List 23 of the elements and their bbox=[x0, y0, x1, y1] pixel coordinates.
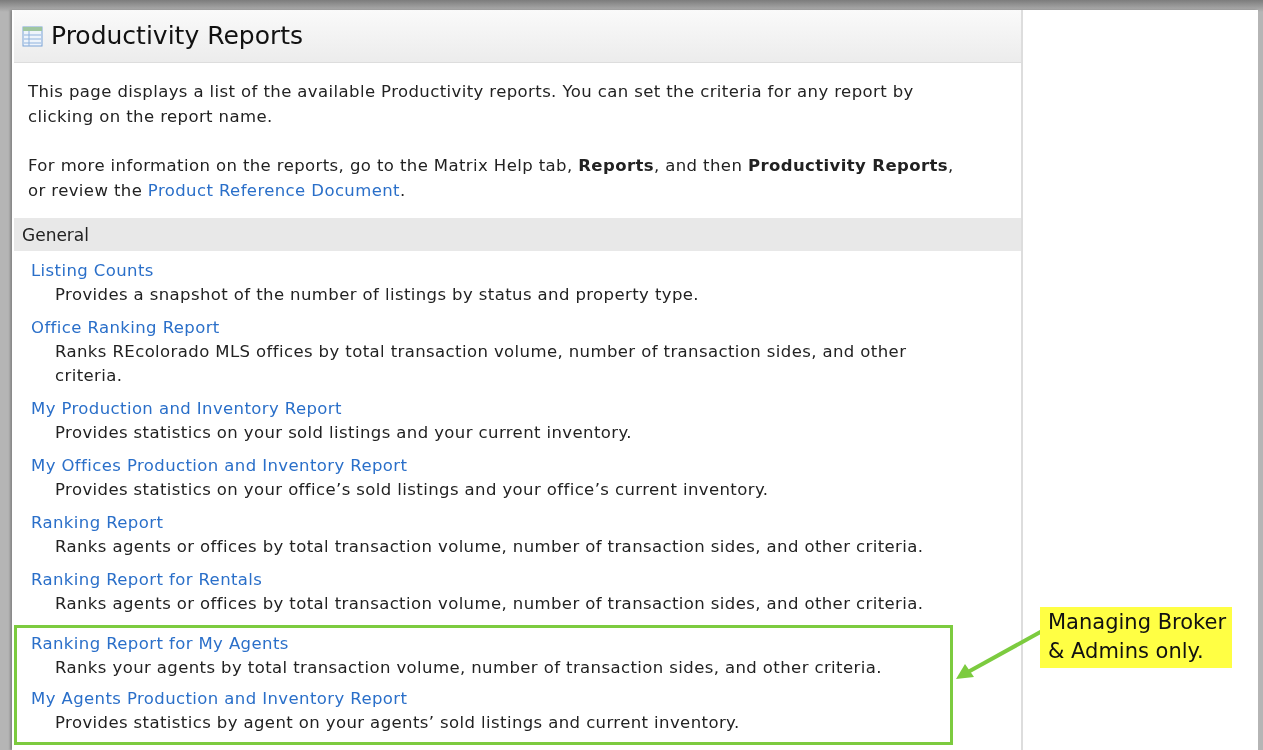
report-description: Ranks your agents by total transaction volume, number of transaction sides, and other criteria. bbox=[54, 657, 883, 679]
intro-paragraph: This page displays a list of the available Productivity reports. You can set the criteria for any report by clicking on the report name. bbox=[28, 81, 915, 128]
report-description: Provides statistics by agent on your agents’ sold listings and current inventory. bbox=[54, 712, 741, 734]
report-link[interactable]: Office Ranking Report bbox=[31, 318, 220, 337]
report-link[interactable]: My Agents Production and Inventory Report bbox=[31, 689, 408, 708]
report-description: Provides statistics on your sold listings and your current inventory. bbox=[54, 422, 633, 444]
page-title: Productivity Reports bbox=[51, 21, 304, 51]
report-link[interactable]: Ranking Report for My Agents bbox=[31, 634, 289, 653]
table-icon bbox=[22, 25, 43, 47]
section-header: General bbox=[14, 218, 1021, 251]
report-description: Ranks agents or offices by total transaction volume, number of transaction sides, and other criteria. bbox=[54, 593, 925, 615]
report-description: Provides statistics on your office’s sold listings and your office’s current inventory. bbox=[54, 479, 770, 501]
report-link[interactable]: Ranking Report for Rentals bbox=[31, 570, 263, 589]
report-link[interactable]: Listing Counts bbox=[31, 261, 154, 280]
report-link[interactable]: Ranking Report bbox=[31, 513, 164, 532]
report-description: Ranks REcolorado MLS offices by total transaction volume, number of transaction sides, and other criteria. bbox=[54, 341, 908, 387]
report-link[interactable]: My Offices Production and Inventory Report bbox=[31, 456, 408, 475]
report-description: Provides a snapshot of the number of listings by status and property type. bbox=[54, 284, 700, 306]
report-description: Ranks agents or offices by total transaction volume, number of transaction sides, and other criteria. bbox=[54, 536, 925, 558]
intro-paragraph: For more information on the reports, go to the Matrix Help tab, Reports, and then Productivity Reports, or review the Product Reference Document. bbox=[28, 155, 955, 202]
report-link[interactable]: My Production and Inventory Report bbox=[31, 399, 342, 418]
document-link[interactable]: Product Reference Document bbox=[147, 181, 400, 200]
callout-note: Managing Broker & Admins only. bbox=[1040, 607, 1233, 668]
